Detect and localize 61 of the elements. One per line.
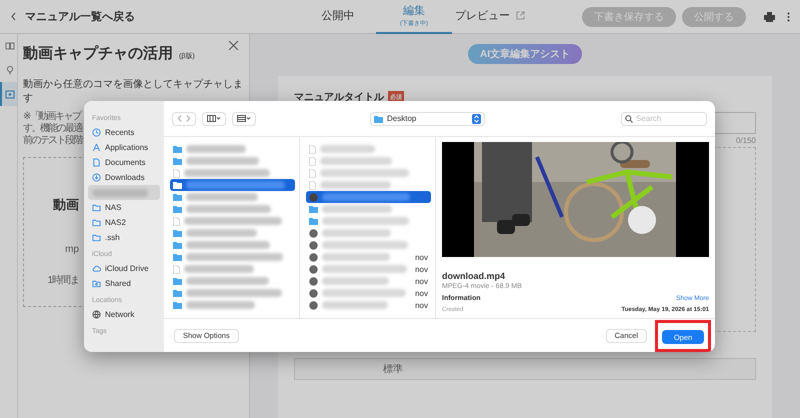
lightbulb-icon xyxy=(4,65,14,75)
sidebar-item[interactable]: Applications xyxy=(88,140,160,155)
file-row[interactable]: nov xyxy=(306,275,431,287)
grid-icon xyxy=(237,115,251,122)
style-select[interactable]: 標準 xyxy=(383,362,473,376)
book-icon xyxy=(4,41,14,51)
sidebar-item[interactable]: iCloud Drive xyxy=(88,261,160,276)
sidebar-item[interactable]: NAS xyxy=(88,200,160,215)
folder-icon xyxy=(374,114,383,122)
back-icon xyxy=(10,12,17,21)
stepper-icon xyxy=(472,114,481,124)
sidebar-item[interactable]: NAS2 xyxy=(88,215,160,230)
apps-icon xyxy=(92,143,101,152)
sidebar-item[interactable]: Shared xyxy=(88,276,160,291)
search-field[interactable]: Search xyxy=(621,112,707,126)
more-icon[interactable] xyxy=(787,12,790,22)
redacted-item[interactable] xyxy=(88,185,160,200)
field-label: マニュアルタイトル xyxy=(294,91,384,104)
file-icon xyxy=(173,264,180,274)
char-counter: 0/150 xyxy=(736,136,756,145)
note-text: ※「動画キャプ xyxy=(23,111,80,122)
file-icon xyxy=(173,216,180,226)
capture-icon xyxy=(4,89,14,99)
file-row[interactable]: nov xyxy=(306,251,431,263)
sidebar-item[interactable]: Documents xyxy=(88,155,160,170)
clock-icon xyxy=(92,128,101,137)
view-mode-button[interactable] xyxy=(202,112,226,126)
location-popup[interactable]: Desktop xyxy=(370,112,485,126)
file-row[interactable]: nov xyxy=(306,299,431,311)
card-text: 1時間ま xyxy=(47,274,79,287)
card-title: 動画 xyxy=(53,196,79,214)
note-text: 前のテスト段階 xyxy=(23,135,82,147)
file-icon xyxy=(173,168,180,178)
sidebar-item[interactable]: Network xyxy=(88,307,160,322)
file-row[interactable]: nov xyxy=(306,263,431,275)
file-name: download.mp4 xyxy=(442,271,506,281)
video-file-icon xyxy=(309,192,318,202)
cloud-icon xyxy=(92,264,101,273)
card-text: mp xyxy=(65,244,79,255)
columns-icon xyxy=(207,115,221,122)
search-icon xyxy=(625,114,633,122)
back-forward-buttons[interactable] xyxy=(172,112,196,126)
shared-folder-icon xyxy=(92,279,101,288)
file-row[interactable] xyxy=(170,179,295,191)
panel-title: 動画キャプチャの活用 xyxy=(23,44,173,63)
tab[interactable]: プレビュー xyxy=(452,0,528,34)
group-button[interactable] xyxy=(232,112,256,126)
panel-description: 動画から任意のコマを画像としてキャプチャします xyxy=(23,78,244,105)
globe-icon xyxy=(92,310,101,319)
sidebar-item[interactable]: Downloads xyxy=(88,170,160,185)
back-link[interactable]: マニュアル一覧へ戻る xyxy=(10,9,300,24)
file-row[interactable]: nov xyxy=(306,287,431,299)
chevrons-icon xyxy=(177,115,191,122)
document-icon xyxy=(92,158,101,167)
note-text: す。機能の最適 xyxy=(23,123,82,134)
close-icon[interactable] xyxy=(228,40,239,51)
sidebar-item[interactable]: Recents xyxy=(88,125,160,140)
tab[interactable]: 公開中 xyxy=(300,0,376,34)
download-icon xyxy=(92,173,101,182)
sidebar-item[interactable]: .ssh xyxy=(88,230,160,245)
file-row[interactable] xyxy=(306,191,431,203)
